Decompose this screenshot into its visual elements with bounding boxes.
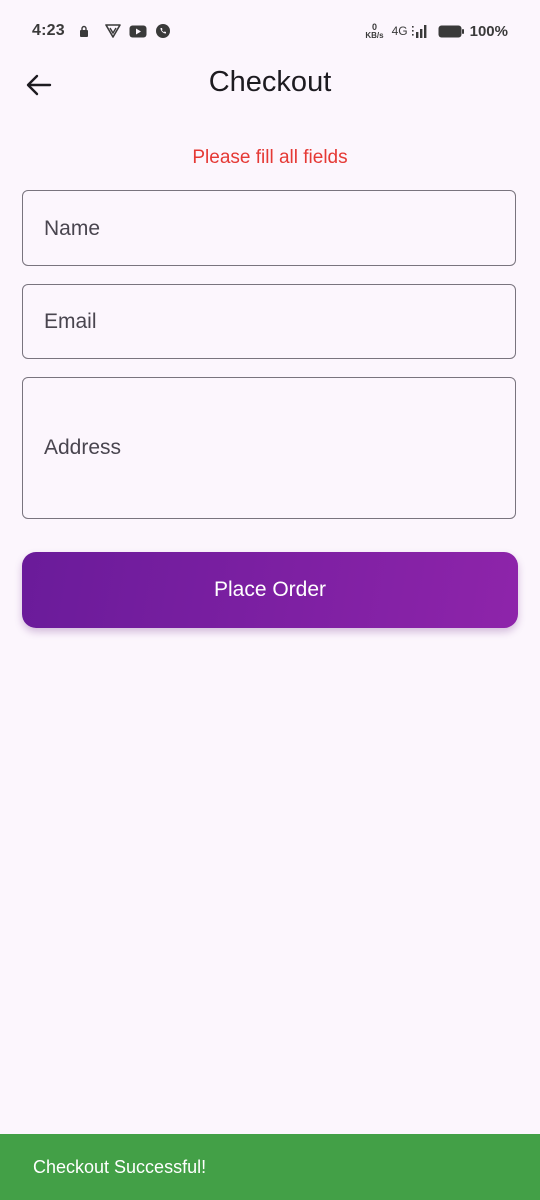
form-error-message: Please fill all fields: [192, 147, 348, 168]
status-bar-right: 0 KB/s 4G 100%: [365, 20, 508, 42]
place-order-button[interactable]: Place Order: [22, 552, 518, 628]
email-field[interactable]: Email: [22, 284, 516, 359]
battery-icon: [438, 25, 464, 38]
vpn-shield-icon: [105, 24, 121, 38]
sim-lock-icon: [79, 25, 89, 37]
page-title: Checkout: [208, 66, 332, 98]
youtube-icon: [129, 25, 147, 38]
network-type: 4G: [391, 24, 408, 38]
address-field-label: Address: [44, 436, 122, 459]
status-time: 4:23: [32, 22, 65, 39]
signal-icon: [411, 24, 430, 38]
snackbar: Checkout Successful!: [0, 1134, 540, 1200]
battery-percent: 100%: [469, 22, 508, 40]
network-speed: 0 KB/s: [365, 22, 384, 40]
status-bar-left: 4:23: [32, 20, 171, 42]
place-order-label: Place Order: [213, 578, 327, 601]
email-field-label: Email: [44, 310, 97, 333]
app-bar: Checkout: [0, 62, 540, 108]
status-bar: 4:23 0 KB/s 4G 100%: [0, 0, 540, 62]
address-field[interactable]: Address: [22, 377, 516, 519]
network-speed-unit: KB/s: [365, 30, 384, 40]
whatsapp-icon: [155, 23, 171, 39]
name-field[interactable]: Name: [22, 190, 516, 266]
snackbar-message: Checkout Successful!: [33, 1156, 207, 1177]
name-field-label: Name: [44, 217, 101, 240]
